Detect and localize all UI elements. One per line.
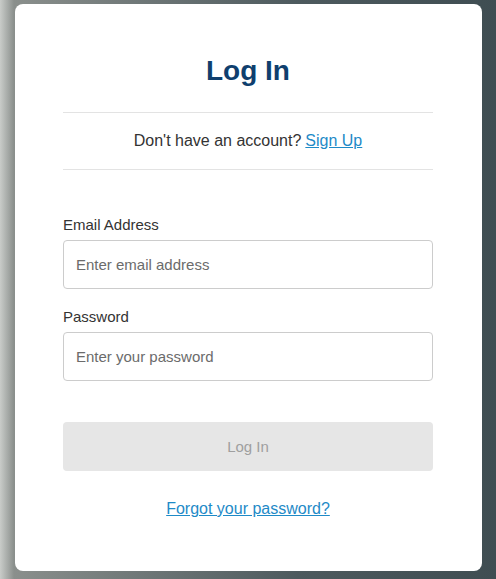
- login-page: Log In Don't have an account?Sign Up Email…: [0, 0, 496, 579]
- field-label: Email Address: [63, 216, 433, 234]
- text-input[interactable]: [63, 240, 433, 289]
- signup-prompt: Don't have an account?: [134, 132, 302, 150]
- field-label: Password: [63, 308, 433, 326]
- login-button[interactable]: Log In: [63, 422, 433, 471]
- forgot-row: Forgot your password?: [63, 500, 433, 518]
- form-fields: Email Address Password: [63, 216, 433, 381]
- login-card: Log In Don't have an account?Sign Up Email…: [15, 4, 482, 571]
- login-title: Log In: [63, 54, 433, 88]
- forgot-password-link[interactable]: Forgot your password?: [166, 500, 330, 518]
- signup-link[interactable]: Sign Up: [305, 132, 362, 150]
- text-input[interactable]: [63, 332, 433, 381]
- form-field: Email Address: [63, 216, 433, 289]
- signup-row: Don't have an account?Sign Up: [63, 112, 433, 170]
- form-field: Password: [63, 308, 433, 381]
